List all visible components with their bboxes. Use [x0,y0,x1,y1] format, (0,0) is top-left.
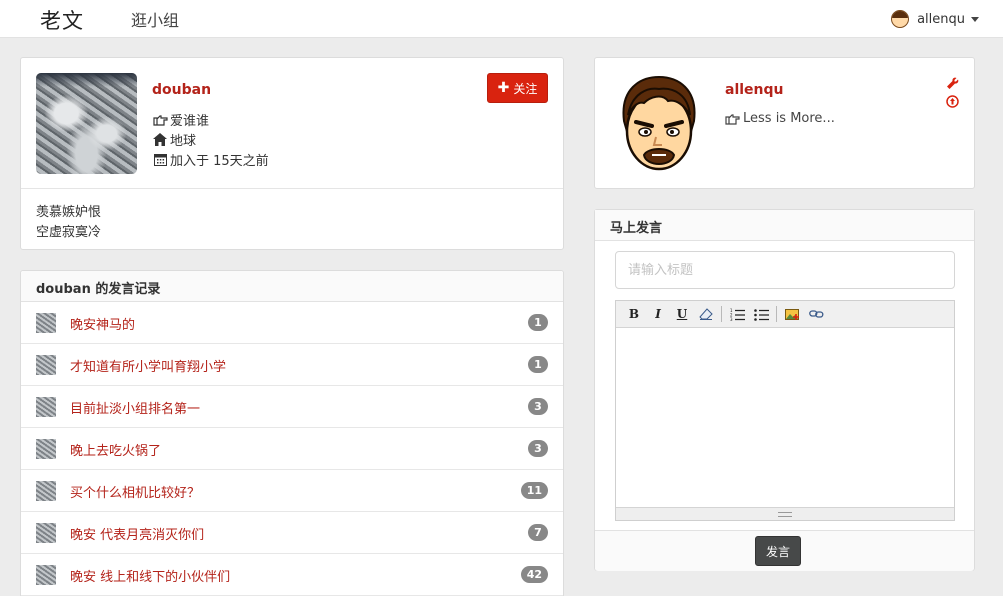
top-navbar: 老文 逛小组 allenqu [0,0,1003,38]
post-author-thumbnail [36,439,56,459]
post-author-thumbnail [36,355,56,375]
post-title-link[interactable]: 晚安 代表月亮消灭你们 [70,524,204,543]
reply-count-badge: 42 [520,566,548,583]
post-author-thumbnail [36,565,56,585]
rich-text-editor: B I U 123 [615,300,955,521]
current-user-card: allenqu Less is More... [594,57,975,189]
profile-card: douban ✚ 关注 爱谁谁 地球 加入于 15天之前 羡慕嫉妒恨 空虚寂寞冷 [20,57,564,250]
post-author-thumbnail [36,481,56,501]
underline-button[interactable]: U [672,304,692,324]
posts-heading: douban 的发言记录 [21,271,563,302]
nav-username: allenqu [917,11,965,27]
list-item[interactable]: 才知道有所小学叫育翔小学 1 [21,344,563,386]
upload-circle-icon[interactable] [945,93,959,109]
post-title-link[interactable]: 晚上去吃火锅了 [70,440,161,459]
user-avatar-large[interactable] [618,75,700,173]
profile-following: 爱谁谁 [152,110,209,129]
location-text: 地球 [170,134,197,149]
post-title-link[interactable]: 晚安 线上和线下的小伙伴们 [70,566,230,585]
insert-image-icon[interactable] [782,304,802,324]
toolbar-separator [721,306,722,322]
list-item[interactable]: 晚安神马的 1 [21,302,563,344]
calendar-icon [152,153,168,167]
user-avatar-small [891,10,910,28]
post-author-thumbnail [36,523,56,543]
post-title-link[interactable]: 才知道有所小学叫育翔小学 [70,356,226,375]
reply-count-badge: 3 [528,440,548,457]
bio-line: 空虚寂寞冷 [36,225,102,240]
list-item[interactable]: 目前扯淡小组排名第一 3 [21,386,563,428]
follow-button[interactable]: ✚ 关注 [487,73,548,103]
current-user-name[interactable]: allenqu [725,82,784,98]
hand-pointing-right-icon [725,113,743,125]
list-item[interactable]: 晚安 代表月亮消灭你们 7 [21,512,563,554]
post-form-footer: 发言 [595,530,974,571]
toolbar-separator [776,306,777,322]
home-icon [152,133,168,147]
post-form-heading: 马上发言 [595,210,974,241]
editor-body[interactable] [616,328,954,507]
unordered-list-icon[interactable] [751,304,771,324]
user-menu[interactable]: allenqu [891,8,979,30]
ordered-list-icon[interactable]: 123 [727,304,747,324]
new-post-form: 马上发言 B I U 123 发言 [594,209,975,571]
wrench-icon[interactable] [945,75,959,91]
plus-icon: ✚ [497,80,510,96]
italic-button[interactable]: I [648,304,668,324]
following-text: 爱谁谁 [170,114,210,129]
posts-panel: douban 的发言记录 晚安神马的 1 才知道有所小学叫育翔小学 1 目前扯淡… [20,270,564,596]
reply-count-badge: 1 [528,314,548,331]
post-title-input[interactable] [615,251,955,289]
post-title-link[interactable]: 买个什么相机比较好？ [70,482,200,501]
eraser-icon[interactable] [696,304,716,324]
resize-handle[interactable] [616,507,954,520]
profile-location: 地球 [152,130,196,149]
post-title-link[interactable]: 目前扯淡小组排名第一 [70,398,200,417]
chevron-down-icon [971,16,979,22]
hand-pointing-right-icon [152,113,168,127]
svg-text:3: 3 [730,317,733,321]
motto-text: Less is More... [743,111,835,126]
reply-count-badge: 11 [520,482,548,499]
list-item[interactable]: 买个什么相机比较好？ 11 [21,470,563,512]
reply-count-badge: 7 [528,524,548,541]
post-title-link[interactable]: 晚安神马的 [70,314,135,333]
nav-browse-groups[interactable]: 逛小组 [131,7,179,31]
profile-joined: 加入于 15天之前 [152,150,269,169]
user-tools [945,75,959,111]
user-motto: Less is More... [725,111,835,126]
joined-text: 加入于 15天之前 [170,154,269,169]
profile-name[interactable]: douban [152,82,211,98]
list-item[interactable]: 晚安 线上和线下的小伙伴们 42 [21,554,563,596]
bold-button[interactable]: B [624,304,644,324]
follow-label: 关注 [513,81,538,96]
editor-toolbar: B I U 123 [616,301,954,328]
post-author-thumbnail [36,313,56,333]
bio-line: 羡慕嫉妒恨 [36,205,102,220]
profile-avatar[interactable] [36,73,137,174]
post-author-thumbnail [36,397,56,417]
submit-post-button[interactable]: 发言 [755,536,801,566]
link-icon[interactable] [806,304,826,324]
divider [21,188,563,189]
brand-logo[interactable]: 老文 [40,5,84,35]
reply-count-badge: 1 [528,356,548,373]
list-item[interactable]: 晚上去吃火锅了 3 [21,428,563,470]
reply-count-badge: 3 [528,398,548,415]
